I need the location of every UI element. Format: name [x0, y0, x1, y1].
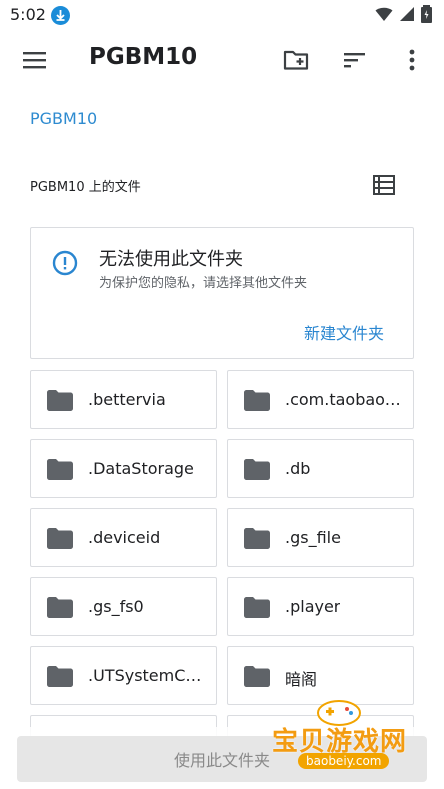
folder-name: .DataStorage [88, 459, 194, 478]
folder-tile[interactable]: .deviceid [30, 508, 217, 567]
folder-name: .player [285, 597, 341, 616]
folder-name: 暗阁 [285, 670, 318, 689]
battery-icon [421, 5, 432, 23]
folder-tile[interactable]: .gs_fs0 [30, 577, 217, 636]
folder-name: .bettervia [88, 390, 166, 409]
folder-tile[interactable]: .bettervia [30, 370, 217, 429]
download-icon [51, 6, 70, 25]
folder-name: .gs_fs0 [88, 597, 144, 616]
folder-icon [244, 597, 270, 618]
watermark-logo: 宝贝游戏网 baobeiy.com [268, 695, 418, 775]
folder-icon [244, 390, 270, 411]
cannot-use-folder-card: 无法使用此文件夹 为保护您的隐私，请选择其他文件夹 新建文件夹 [30, 227, 414, 359]
menu-icon[interactable] [22, 49, 48, 71]
folder-name: .UTSystemC… [88, 666, 202, 685]
info-icon [52, 250, 78, 276]
folder-tile[interactable]: .UTSystemC… [30, 646, 217, 705]
app-bar: PGBM10 [0, 30, 444, 90]
folder-icon [47, 459, 73, 480]
new-folder-button[interactable]: 新建文件夹 [304, 320, 384, 344]
folder-tile[interactable]: .player [227, 577, 414, 636]
folder-icon [47, 597, 73, 618]
wifi-icon [375, 7, 393, 21]
folder-icon [47, 390, 73, 411]
folder-name: .db [285, 459, 311, 478]
folder-icon [244, 666, 270, 687]
new-folder-icon[interactable] [282, 46, 310, 74]
folder-name: .com.taobao.… [285, 390, 405, 409]
status-time: 5:02 [10, 5, 46, 24]
files-heading: PGBM10 上的文件 [30, 180, 141, 195]
folder-name: .deviceid [88, 528, 161, 547]
folder-icon [244, 528, 270, 549]
folder-tile[interactable]: .gs_file [227, 508, 414, 567]
more-options-icon[interactable] [398, 46, 426, 74]
list-view-icon[interactable] [371, 172, 397, 198]
folder-icon [244, 459, 270, 480]
warning-subtitle: 为保护您的隐私，请选择其他文件夹 [99, 276, 308, 291]
folder-icon [47, 666, 73, 687]
folder-tile[interactable]: .DataStorage [30, 439, 217, 498]
status-bar: 5:02 [0, 0, 444, 30]
folder-tile[interactable]: .db [227, 439, 414, 498]
watermark-url: baobeiy.com [298, 753, 390, 769]
app-title: PGBM10 [89, 44, 198, 70]
folder-icon [47, 528, 73, 549]
folder-name: .gs_file [285, 528, 341, 547]
sort-icon[interactable] [341, 46, 369, 74]
breadcrumb[interactable]: PGBM10 [30, 109, 97, 128]
status-icons [375, 5, 432, 23]
folder-tile[interactable]: .com.taobao.… [227, 370, 414, 429]
signal-icon [400, 7, 414, 21]
warning-title: 无法使用此文件夹 [99, 249, 243, 270]
